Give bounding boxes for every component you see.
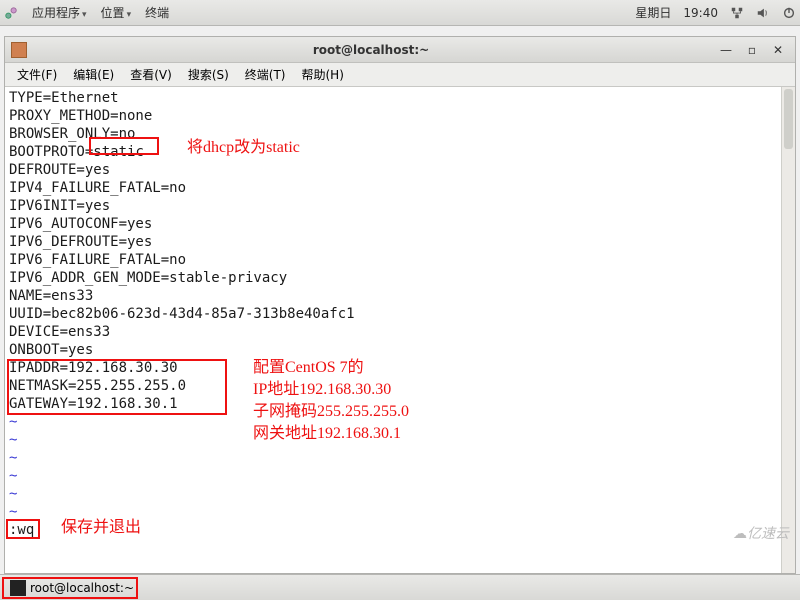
annotation-text-3: 保存并退出 [61, 517, 141, 539]
taskbar-entry-label: root@localhost:~ [30, 581, 134, 595]
terminal-menubar: 文件(F) 编辑(E) 查看(V) 搜索(S) 终端(T) 帮助(H) [5, 63, 795, 87]
window-close-button[interactable]: ✕ [771, 43, 785, 57]
menu-places[interactable]: 位置▾ [101, 4, 132, 21]
annotation-box-static [89, 137, 159, 155]
window-title: root@localhost:~ [33, 43, 709, 57]
menu-view[interactable]: 查看(V) [124, 64, 178, 85]
menu-file[interactable]: 文件(F) [11, 64, 63, 85]
window-app-icon [11, 42, 27, 58]
volume-icon[interactable] [756, 6, 770, 20]
menu-edit[interactable]: 编辑(E) [67, 64, 120, 85]
watermark: ☁亿速云 [733, 523, 789, 543]
annotation-text-1: 将dhcp改为static [187, 137, 300, 159]
clock-time: 19:40 [683, 6, 718, 20]
taskbar-entry-terminal[interactable]: root@localhost:~ [2, 577, 138, 599]
menu-applications[interactable]: 应用程序▾ [32, 4, 87, 21]
menu-terminal-shortcut[interactable]: 终端 [145, 4, 169, 21]
scrollbar-thumb[interactable] [784, 89, 793, 149]
terminal-text[interactable]: TYPE=Ethernet PROXY_METHOD=none BROWSER_… [5, 87, 795, 541]
annotation-box-ipconfig [7, 359, 227, 415]
activities-icon [4, 6, 18, 20]
network-icon[interactable] [730, 6, 744, 20]
window-titlebar[interactable]: root@localhost:~ — ▫ ✕ [5, 37, 795, 63]
gnome-taskbar: root@localhost:~ [0, 574, 800, 600]
annotation-text-2: 配置CentOS 7的 IP地址192.168.30.30 子网掩码255.25… [253, 357, 409, 445]
terminal-window: root@localhost:~ — ▫ ✕ 文件(F) 编辑(E) 查看(V)… [4, 36, 796, 574]
gnome-top-bar: 应用程序▾ 位置▾ 终端 星期日 19:40 [0, 0, 800, 26]
menu-help[interactable]: 帮助(H) [296, 64, 350, 85]
terminal-task-icon [10, 580, 26, 596]
window-minimize-button[interactable]: — [719, 43, 733, 57]
window-maximize-button[interactable]: ▫ [745, 43, 759, 57]
menu-terminal[interactable]: 终端(T) [239, 64, 292, 85]
terminal-scrollbar[interactable] [781, 87, 795, 573]
clock-day: 星期日 [635, 4, 671, 21]
annotation-box-wq [6, 519, 40, 539]
power-icon[interactable] [782, 6, 796, 20]
terminal-viewport[interactable]: TYPE=Ethernet PROXY_METHOD=none BROWSER_… [5, 87, 795, 573]
menu-search[interactable]: 搜索(S) [182, 64, 235, 85]
